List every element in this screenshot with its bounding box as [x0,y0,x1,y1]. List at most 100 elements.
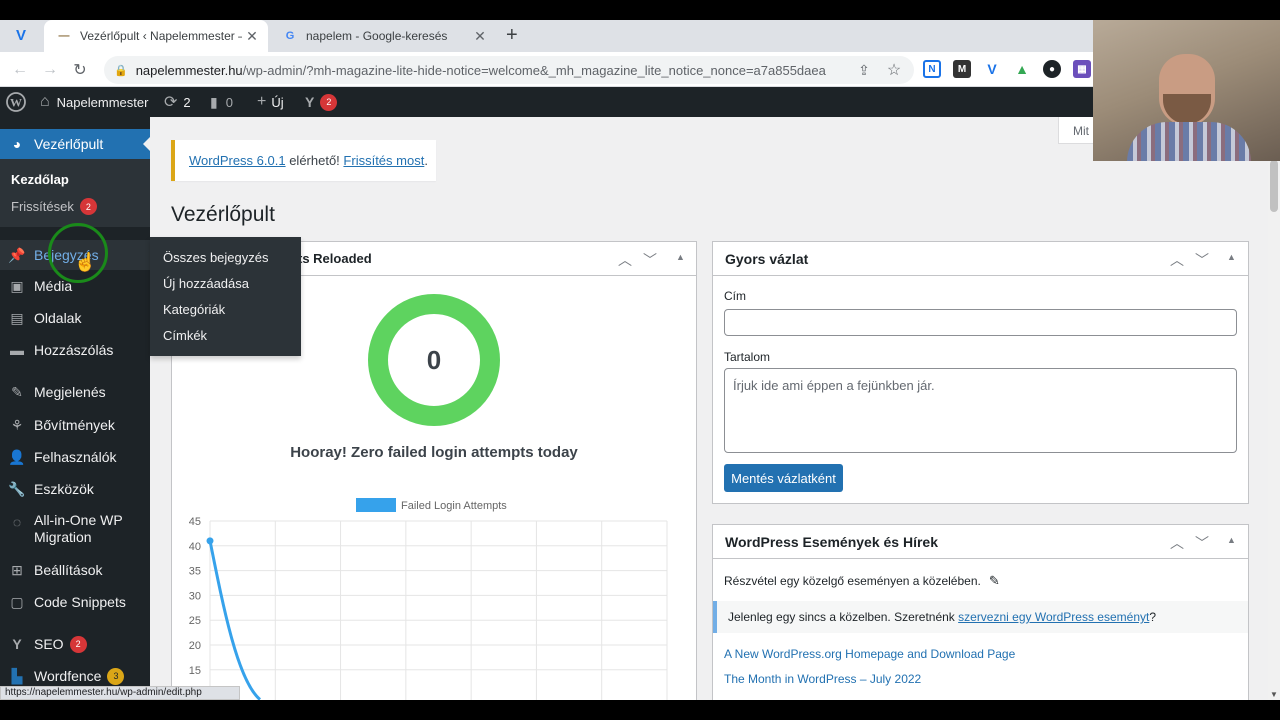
bottom-black-bar [0,700,1280,720]
menu-comments[interactable]: ▬ Hozzászólás [0,336,150,364]
flyout-all-posts[interactable]: Összes bejegyzés [163,250,269,265]
title-label: Cím [724,289,746,303]
news-link[interactable]: The Month in WordPress – July 2022 [724,672,921,686]
menu-pages[interactable]: ▤ Oldalak [0,304,150,332]
submenu-home[interactable]: Kezdőlap [11,172,69,187]
extension-screen-icon[interactable]: ▦ [1073,60,1091,78]
menu-users[interactable]: 👤 Felhasználók [0,443,150,471]
menu-label: Oldalak [34,310,82,326]
menu-tools[interactable]: 🔧 Eszközök [0,475,150,503]
svg-text:W: W [10,96,22,110]
move-up-icon[interactable]: ︿ [618,250,632,270]
settings-icon: ⊞ [11,561,23,578]
menu-plugins[interactable]: ⚘ Bővítmények [0,411,150,439]
menu-settings[interactable]: ⊞ Beállítások [0,556,150,584]
menu-label: Hozzászólás [34,342,114,358]
admin-bar-updates[interactable]: ⟳ 2 [164,87,191,117]
toggle-panel-icon[interactable]: ▲ [1227,252,1236,262]
pencil-icon[interactable]: ✎ [989,573,1000,589]
move-up-icon[interactable]: ︿ [1170,250,1184,270]
updates-icon: ⟳ [164,94,178,111]
admin-bar-yoast[interactable]: Y 2 [305,87,338,117]
url-text: napelemmester.hu/wp-admin/?mh-magazine-l… [136,63,914,78]
user-icon: 👤 [8,448,26,465]
events-notice: Jelenleg egy sincs a közelben. Szeretnén… [713,601,1248,633]
home-icon: ⌂ [40,93,50,110]
flyout-categories[interactable]: Kategóriák [163,302,225,317]
move-down-icon[interactable]: ﹀ [1195,250,1209,270]
events-notice-text: Jelenleg egy sincs a közelben. Szeretnén… [728,610,959,624]
extension-chat-icon[interactable]: ● [1043,60,1061,78]
tab-search-icon[interactable]: V [16,27,36,45]
extension-m-icon[interactable]: M [953,60,971,78]
back-arrow-icon[interactable]: ← [8,58,32,82]
update-now-link[interactable]: Frissítés most [343,153,424,168]
menu-seo[interactable]: Y SEO 2 [0,630,150,658]
menu-dashboard[interactable]: ◕ Vezérlőpult [0,129,150,159]
update-notice: WordPress 6.0.1 elérhető! Frissítés most… [171,140,436,181]
media-icon: ▣ [10,277,24,294]
migration-icon: ◌ [12,514,22,530]
tab-close-icon[interactable]: ✕ [242,28,262,45]
events-intro-text: Részvétel egy közelgő eseményen a közelé… [724,574,981,588]
wp-admin-bar [0,87,1280,117]
menu-migration[interactable]: ◌ All-in-One WP Migration [0,512,150,548]
version-link[interactable]: WordPress 6.0.1 [189,153,286,168]
menu-label: SEO [34,636,64,652]
admin-bar-site[interactable]: ⌂ Napelemmester [40,87,148,117]
browser-tab-dashboard[interactable]: — Vezérlőpult ‹ Napelemmester — ✕ [44,20,268,52]
wp-logo-icon[interactable]: W [6,87,26,117]
scrollbar-thumb[interactable] [1270,160,1278,212]
browser-tab-google[interactable]: G napelem - Google-keresés ✕ [270,20,496,52]
y-tick-label: 45 [189,516,201,528]
menu-code-snippets[interactable]: ▢ Code Snippets [0,588,150,616]
menu-label: Megjelenés [34,384,106,400]
extension-n-icon[interactable]: N [923,60,941,78]
screen-options-tab[interactable]: Mit [1058,117,1098,144]
comment-icon: ▮ [210,93,218,110]
events-header: WordPress Események és Hírek [713,525,1248,559]
move-down-icon[interactable]: ﹀ [643,250,657,270]
content-placeholder: Írjuk ide ami éppen a fejünkben jár. [733,378,935,393]
draft-content-textarea[interactable]: Írjuk ide ami éppen a fejünkben jár. [724,368,1237,453]
news-link[interactable]: A New WordPress.org Homepage and Downloa… [724,647,1015,661]
dashboard-submenu [0,159,150,227]
menu-media[interactable]: ▣ Média [0,272,150,300]
brush-icon: ✎ [11,383,23,400]
failed-count: 0 [426,344,442,375]
updates-badge: 2 [79,198,97,215]
draft-title-input[interactable] [724,309,1237,336]
move-down-icon[interactable]: ﹀ [1195,533,1209,553]
organize-event-link[interactable]: szervezni egy WordPress eseményt [958,610,1149,624]
site-name: Napelemmester [56,94,149,110]
y-tick-label: 20 [189,640,201,652]
move-up-icon[interactable]: ︿ [1170,533,1184,553]
share-icon[interactable]: ⇪ [852,58,876,82]
yoast-badge: 2 [320,93,338,111]
menu-appearance[interactable]: ✎ Megjelenés [0,378,150,406]
submenu-updates[interactable]: Frissítések 2 [11,198,97,215]
flyout-add-new[interactable]: Új hozzáadása [163,276,249,291]
toggle-panel-icon[interactable]: ▲ [1227,535,1236,545]
toggle-panel-icon[interactable]: ▲ [676,252,685,262]
tab-close-icon[interactable]: ✕ [470,28,490,45]
wrench-icon: 🔧 [8,480,26,497]
extension-v-icon[interactable]: V [983,60,1001,78]
menu-label: Bővítmények [34,417,115,433]
new-tab-plus-icon[interactable]: + [506,24,526,48]
failed-login-chart: Failed Login Attempts 45 40 35 30 25 20 15 [172,492,696,702]
menu-label: Vezérlőpult [34,136,104,152]
address-bar[interactable]: 🔒 napelemmester.hu/wp-admin/?mh-magazine… [104,56,914,84]
flyout-tags[interactable]: Címkék [163,328,207,343]
bookmark-star-icon[interactable]: ☆ [882,58,906,82]
extension-triangle-icon[interactable]: ▲ [1013,60,1031,78]
menu-label: Eszközök [34,481,94,497]
failed-count-ring: 0 [368,294,500,426]
scroll-down-arrow-icon[interactable]: ▼ [1270,690,1278,699]
reload-icon[interactable]: ↻ [68,58,92,82]
save-draft-button[interactable]: Mentés vázlatként [724,464,843,492]
admin-bar-comments[interactable]: ▮ 0 [210,87,233,117]
forward-arrow-icon[interactable]: → [38,58,62,82]
admin-bar-new[interactable]: + Új [257,87,284,117]
wordfence-badge: 3 [107,667,125,685]
